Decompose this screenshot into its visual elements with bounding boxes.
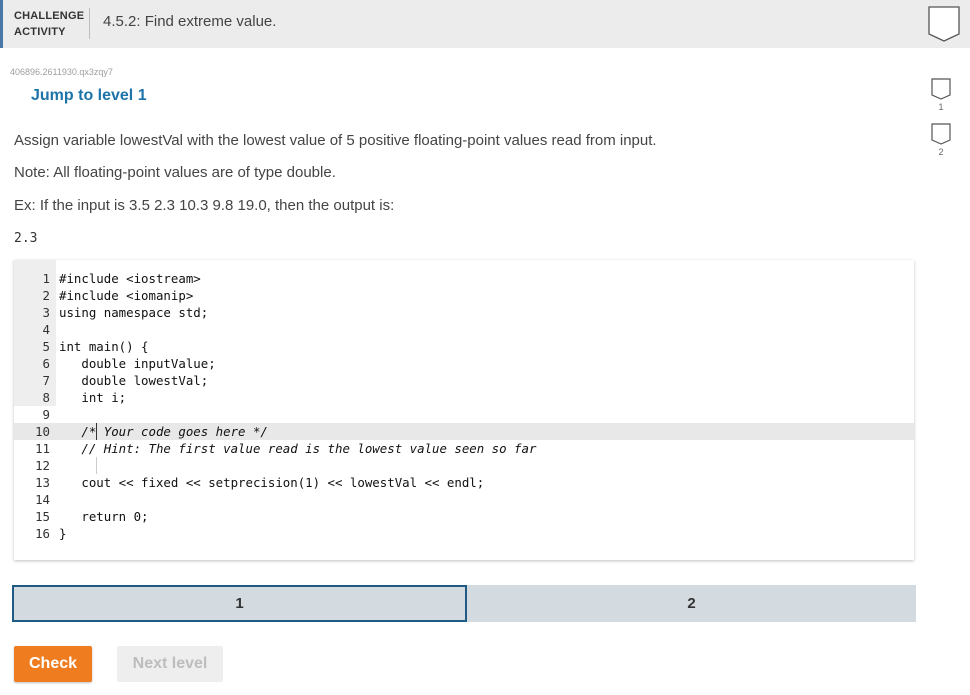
- code-line[interactable]: 1 #include <iostream>: [14, 270, 914, 287]
- code-line[interactable]: 7 double lowestVal;: [14, 372, 914, 389]
- code-text: // Hint: The first value read is the low…: [59, 441, 537, 456]
- line-number: 4: [42, 322, 50, 337]
- level-badge-icon: [931, 78, 951, 100]
- example-output: 2.3: [14, 231, 38, 246]
- code-editor[interactable]: 1 #include <iostream> 2 #include <iomanip> 3…: [14, 260, 914, 560]
- header-divider: [89, 8, 90, 39]
- tab-level-2[interactable]: 2: [467, 585, 916, 622]
- prompt-instruction: Assign variable lowestVal with the lowes…: [14, 132, 657, 149]
- indent-guide: [96, 457, 97, 474]
- line-number: 15: [35, 509, 50, 524]
- code-line[interactable]: 9: [14, 406, 914, 423]
- code-line[interactable]: 16}: [14, 525, 914, 542]
- header-accent-bar: [0, 0, 3, 48]
- activity-title: 4.5.2: Find extreme value.: [103, 13, 277, 30]
- code-line[interactable]: 15 return 0;: [14, 508, 914, 525]
- prompt-example: Ex: If the input is 3.5 2.3 10.3 9.8 19.…: [14, 197, 395, 214]
- code-line[interactable]: 14: [14, 491, 914, 508]
- activity-reference-id: 406896.2611930.qx3zqy7: [10, 67, 113, 77]
- prompt-note: Note: All floating-point values are of t…: [14, 164, 336, 181]
- line-number: 8: [42, 390, 50, 405]
- line-number: 13: [35, 475, 50, 490]
- line-number: 12: [35, 458, 50, 473]
- code-line[interactable]: 6 double inputValue;: [14, 355, 914, 372]
- line-number: 1: [42, 271, 50, 286]
- code-line[interactable]: 3 using namespace std;: [14, 304, 914, 321]
- line-number: 3: [42, 305, 50, 320]
- next-level-button: Next level: [117, 646, 223, 682]
- level-tabs: 1 2: [12, 585, 916, 622]
- line-number: 11: [35, 441, 50, 456]
- line-number: 7: [42, 373, 50, 388]
- line-number: 2: [42, 288, 50, 303]
- code-text: /* Your code goes here */: [59, 424, 268, 439]
- line-number: 14: [35, 492, 50, 507]
- check-button[interactable]: Check: [14, 646, 92, 682]
- code-text: using namespace std;: [59, 305, 209, 320]
- activity-header: CHALLENGE ACTIVITY 4.5.2: Find extreme v…: [0, 0, 970, 48]
- level-number: 2: [938, 147, 944, 157]
- line-number: 16: [35, 526, 50, 541]
- level-number: 1: [938, 102, 944, 112]
- code-text: double lowestVal;: [59, 373, 209, 388]
- code-line[interactable]: 8 int i;: [14, 389, 914, 406]
- activity-type-line1: CHALLENGE: [14, 10, 85, 22]
- text-cursor: [96, 423, 97, 440]
- code-text: int main() {: [59, 339, 149, 354]
- level-indicator-2[interactable]: 2: [929, 123, 953, 163]
- code-line[interactable]: 2 #include <iomanip>: [14, 287, 914, 304]
- line-number: 9: [42, 407, 50, 422]
- activity-type-line2: ACTIVITY: [14, 26, 66, 38]
- line-number: 5: [42, 339, 50, 354]
- activity-type-label: CHALLENGE ACTIVITY: [14, 8, 84, 40]
- line-number: 10: [35, 424, 50, 439]
- code-text: cout << fixed << setprecision(1) << lowe…: [59, 475, 485, 490]
- code-text: int i;: [59, 390, 127, 405]
- code-text: #include <iomanip>: [59, 288, 194, 303]
- code-line[interactable]: 11 // Hint: The first value read is the …: [14, 440, 914, 457]
- code-text: return 0;: [59, 509, 149, 524]
- code-line[interactable]: 12: [14, 457, 914, 474]
- line-number: 6: [42, 356, 50, 371]
- tab-level-1[interactable]: 1: [12, 585, 467, 622]
- level-indicator-1[interactable]: 1: [929, 78, 953, 118]
- code-line[interactable]: 13 cout << fixed << setprecision(1) << l…: [14, 474, 914, 491]
- completion-badge-icon: [928, 6, 960, 42]
- level-badge-icon: [931, 123, 951, 145]
- code-line[interactable]: 5 int main() {: [14, 338, 914, 355]
- code-text: }: [59, 526, 67, 541]
- code-line[interactable]: 10 /* Your code goes here */: [14, 423, 914, 440]
- code-text: #include <iostream>: [59, 271, 201, 286]
- jump-to-level-link[interactable]: Jump to level 1: [31, 87, 147, 105]
- code-text: double inputValue;: [59, 356, 216, 371]
- code-line[interactable]: 4: [14, 321, 914, 338]
